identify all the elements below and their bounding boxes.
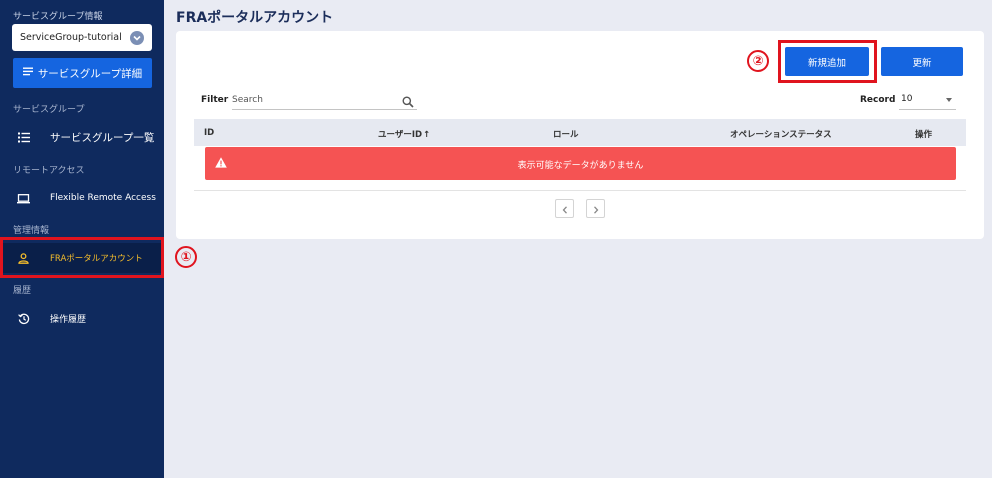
search-field — [232, 90, 417, 110]
service-group-info-label: サービスグループ情報 — [13, 12, 103, 22]
chevron-right-icon — [593, 199, 599, 218]
section-service-group: サービスグループ — [13, 105, 85, 115]
sort-asc-icon: ↑ — [423, 130, 431, 140]
sidebar-item-label: サービスグループ一覧 — [50, 131, 155, 144]
column-header-label: ユーザーID — [378, 130, 423, 140]
column-header-role[interactable]: ロール — [553, 128, 579, 140]
table-divider — [194, 190, 966, 191]
annotation-number-two: ② — [747, 50, 769, 72]
section-remote-access: リモートアクセス — [13, 166, 85, 176]
list-bullet-icon — [17, 131, 30, 144]
column-header-actions[interactable]: 操作 — [915, 128, 932, 140]
next-page-button[interactable] — [586, 199, 605, 218]
service-group-detail-button[interactable]: サービスグループ詳細 — [13, 58, 152, 88]
sidebar-item-group-list[interactable]: サービスグループ一覧 — [0, 122, 164, 152]
record-select[interactable]: 10 — [899, 91, 956, 110]
sidebar-item-fra[interactable]: Flexible Remote Access — [0, 183, 164, 213]
sidebar-item-label: 操作履歴 — [50, 314, 87, 325]
column-header-op-status[interactable]: オペレーションステータス — [730, 128, 832, 140]
refresh-button[interactable]: 更新 — [881, 47, 963, 76]
prev-page-button[interactable] — [555, 199, 574, 218]
table-header: ID ユーザーID↑ ロール オペレーションステータス 操作 — [194, 119, 966, 146]
section-admin: 管理情報 — [13, 226, 50, 236]
service-group-select-value: ServiceGroup-tutorial — [20, 32, 122, 43]
annotation-number-one: ① — [175, 246, 197, 268]
search-icon[interactable] — [402, 93, 414, 112]
page-title: FRAポータルアカウント — [176, 10, 334, 26]
sidebar-item-label: Flexible Remote Access — [50, 193, 156, 203]
column-header-id[interactable]: ID — [204, 128, 214, 138]
highlight-box-portal-account — [0, 237, 164, 278]
highlight-box-add-button — [778, 40, 877, 83]
record-select-value: 10 — [901, 94, 913, 104]
filter-label: Filter — [201, 95, 229, 105]
chevron-left-icon — [562, 199, 568, 218]
section-history: 履歴 — [13, 286, 32, 296]
caret-down-icon — [946, 98, 952, 102]
service-group-select[interactable]: ServiceGroup-tutorial — [12, 24, 152, 51]
history-icon — [17, 312, 30, 325]
list-icon — [22, 67, 33, 79]
column-header-user-id[interactable]: ユーザーID↑ — [378, 128, 430, 140]
laptop-icon — [17, 192, 30, 205]
empty-data-message: 表示可能なデータがありません — [517, 161, 644, 171]
chevron-down-icon — [130, 30, 144, 45]
service-group-detail-label: サービスグループ詳細 — [37, 67, 143, 80]
record-label: Record — [860, 95, 896, 105]
empty-data-alert: 表示可能なデータがありません — [205, 147, 956, 180]
search-input[interactable] — [232, 92, 397, 108]
sidebar-item-op-history[interactable]: 操作履歴 — [0, 303, 164, 333]
